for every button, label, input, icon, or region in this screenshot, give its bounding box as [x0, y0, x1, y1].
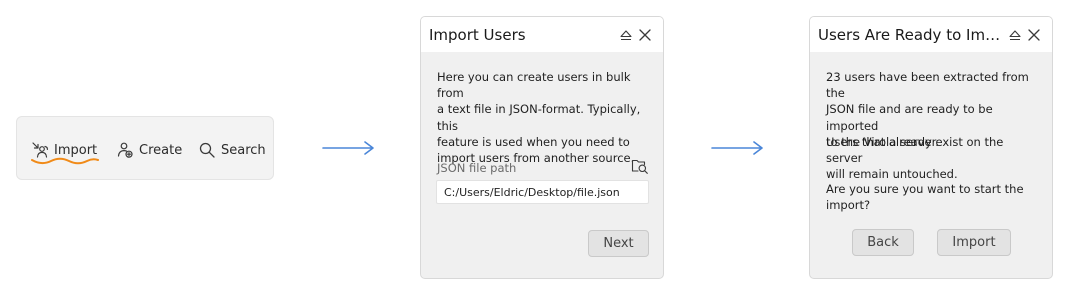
question-line: import?	[826, 198, 871, 213]
close-icon[interactable]	[638, 27, 652, 46]
flow-arrow-icon	[322, 141, 374, 155]
dialog-description: Here you can create users in bulk from a…	[437, 69, 651, 166]
eject-icon[interactable]	[619, 27, 633, 46]
eject-icon[interactable]	[1008, 27, 1022, 46]
dialog-header: Import Users	[421, 17, 663, 52]
confirm-import-dialog: Users Are Ready to Impo… 23 users have b…	[809, 16, 1053, 279]
confirm-question: Are you sure you want to start the impor…	[826, 181, 1040, 213]
import-users-dialog: Import Users Here you can create users i…	[420, 16, 664, 279]
close-icon[interactable]	[1027, 27, 1041, 46]
toolbar-create-label: Create	[139, 142, 183, 158]
summary-line: JSON file and are ready to be imported	[826, 102, 993, 133]
create-user-icon	[116, 141, 134, 159]
existing-users-note: Users that already exist on the server w…	[826, 134, 1040, 183]
toolbar-create-button[interactable]: Create	[116, 139, 182, 161]
note-line: will remain untouched.	[826, 167, 958, 182]
flow-arrow-icon	[711, 141, 763, 155]
search-icon	[198, 141, 216, 159]
highlight-squiggle	[31, 157, 99, 165]
toolbar-search-button[interactable]: Search	[198, 139, 266, 161]
summary-line: 23 users have been extracted from the	[826, 70, 1029, 101]
description-line: feature is used when you need to	[437, 134, 630, 149]
back-button[interactable]: Back	[852, 229, 914, 256]
json-path-label: JSON file path	[437, 161, 517, 175]
json-path-input[interactable]	[436, 180, 649, 204]
browse-folder-icon[interactable]	[631, 157, 649, 179]
next-button[interactable]: Next	[588, 230, 649, 257]
toolbar-search-label: Search	[221, 142, 266, 158]
import-button[interactable]: Import	[937, 229, 1011, 256]
description-line: Here you can create users in bulk from	[437, 70, 631, 101]
toolbar-import-label: Import	[54, 142, 98, 158]
dialog-title: Users Are Ready to Impo…	[818, 26, 1004, 44]
user-toolbar: Import Create Search	[16, 116, 274, 180]
description-line: a text file in JSON-format. Typically, t…	[437, 102, 641, 133]
workflow-illustration: Import Create Search Import Users Here y…	[0, 0, 1070, 296]
question-line: Are you sure you want to start the	[826, 182, 1024, 196]
note-line: Users that already exist on the server	[826, 135, 1004, 166]
dialog-header: Users Are Ready to Impo…	[810, 17, 1052, 52]
dialog-title: Import Users	[429, 26, 526, 44]
